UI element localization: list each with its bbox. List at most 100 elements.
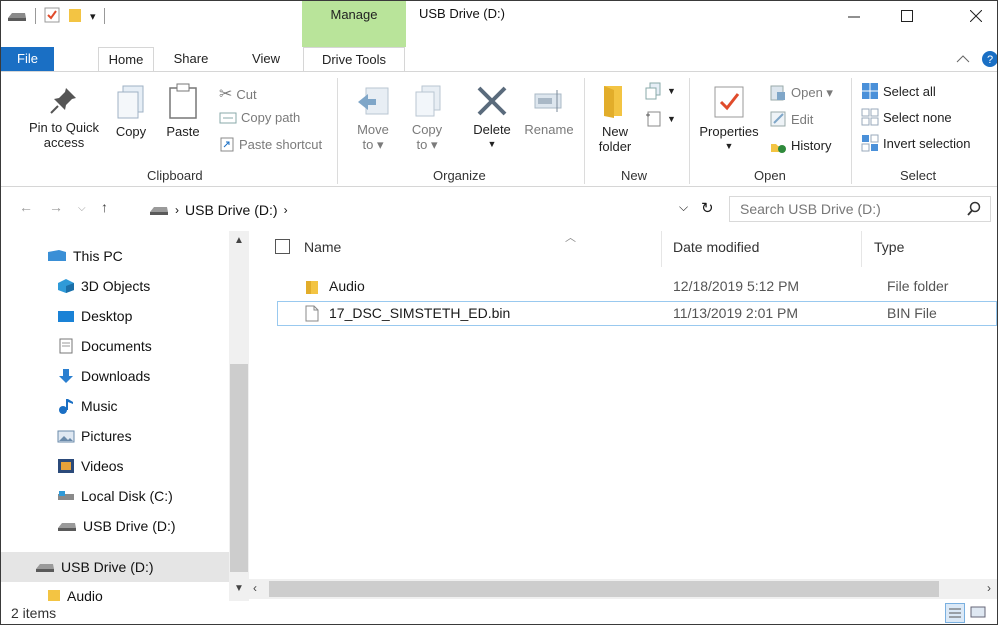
- select-none-label: Select none: [883, 109, 952, 125]
- nav-item-label: USB Drive (D:): [61, 559, 154, 575]
- column-header-type[interactable]: Type: [874, 239, 904, 255]
- nav-item-videos[interactable]: Videos: [1, 451, 229, 481]
- maximize-button[interactable]: [884, 1, 930, 31]
- delete-dropdown-chevron-icon[interactable]: ▼: [468, 137, 516, 152]
- new-folder-qat-icon[interactable]: [68, 7, 82, 26]
- cut-button[interactable]: ✂ Cut: [219, 84, 257, 104]
- move-to-button[interactable]: Move to ▾: [351, 84, 395, 152]
- properties-button[interactable]: Properties ▼: [695, 84, 763, 154]
- content-scroll-thumb[interactable]: [269, 581, 939, 597]
- recent-locations-button[interactable]: ⌵: [78, 203, 86, 214]
- new-item-button[interactable]: ▼: [645, 82, 676, 100]
- details-view-icon: [949, 608, 961, 618]
- manage-label[interactable]: Manage: [302, 7, 406, 22]
- nav-item-this-pc[interactable]: This PC: [1, 241, 229, 271]
- search-box[interactable]: Search USB Drive (D:): [729, 196, 991, 222]
- history-label: History: [791, 137, 832, 153]
- open-icon: [770, 85, 785, 101]
- videos-icon: [58, 459, 74, 473]
- forward-button[interactable]: →: [49, 199, 63, 215]
- nav-item-label: Audio: [67, 588, 103, 601]
- refresh-icon: ↻: [701, 200, 714, 217]
- pin-to-quick-access-button[interactable]: Pin to Quick access: [21, 84, 107, 150]
- scroll-right-icon[interactable]: ›: [987, 581, 991, 595]
- nav-item-usb-drive[interactable]: USB Drive (D:): [1, 511, 229, 541]
- easy-access-button[interactable]: ▼: [645, 110, 676, 128]
- nav-item-audio[interactable]: Audio: [1, 581, 229, 601]
- pictures-icon: [57, 430, 75, 443]
- paste-button[interactable]: Paste: [161, 82, 205, 139]
- address-bar[interactable]: › USB Drive (D:) ›: [149, 198, 719, 221]
- qat-customize-chevron-icon[interactable]: ▾: [90, 10, 96, 23]
- column-header-date[interactable]: Date modified: [673, 239, 759, 255]
- nav-item-desktop[interactable]: Desktop: [1, 301, 229, 331]
- edit-button[interactable]: Edit: [769, 110, 813, 128]
- history-button[interactable]: History: [769, 136, 831, 154]
- column-header-name[interactable]: Name: [304, 239, 341, 255]
- new-folder-button[interactable]: New folder: [593, 82, 637, 154]
- file-row-bin[interactable]: 17_DSC_SIMSTETH_ED.bin 11/13/2019 2:01 P…: [277, 301, 997, 326]
- tab-drive-tools[interactable]: Drive Tools: [303, 47, 405, 72]
- easy-access-icon: [646, 111, 661, 127]
- copy-to-label-1: Copy: [411, 122, 443, 137]
- nav-item-documents[interactable]: Documents: [1, 331, 229, 361]
- up-button[interactable]: ↑: [101, 199, 108, 215]
- nav-vertical-scrollbar[interactable]: ▲ ▼: [229, 231, 249, 601]
- properties-icon: [714, 86, 744, 118]
- drive-icon[interactable]: [7, 8, 27, 25]
- nav-scroll-thumb[interactable]: [230, 364, 248, 572]
- content-horizontal-scrollbar[interactable]: ‹ ›: [249, 579, 997, 599]
- nav-item-3d-objects[interactable]: 3D Objects: [1, 271, 229, 301]
- tab-file[interactable]: File: [1, 47, 54, 71]
- minimize-button[interactable]: [831, 1, 877, 31]
- refresh-button[interactable]: ↻: [701, 199, 714, 217]
- open-button[interactable]: Open ▾: [769, 84, 833, 102]
- group-divider: [851, 78, 852, 184]
- new-item-chevron-icon: ▼: [667, 86, 676, 96]
- details-view-button[interactable]: [945, 603, 965, 623]
- select-none-icon: [861, 108, 879, 126]
- delete-button[interactable]: Delete ▼: [468, 84, 516, 152]
- back-arrow-icon: ←: [19, 199, 33, 215]
- copy-to-button[interactable]: Copy to ▾: [405, 84, 449, 152]
- help-button[interactable]: ?: [981, 49, 997, 69]
- qat-divider: [103, 8, 105, 24]
- scroll-up-icon[interactable]: ▲: [234, 235, 244, 246]
- large-icons-view-button[interactable]: [969, 603, 989, 623]
- close-button[interactable]: [953, 1, 997, 31]
- properties-chevron-icon[interactable]: ▼: [695, 139, 763, 154]
- nav-item-pictures[interactable]: Pictures: [1, 421, 229, 451]
- invert-selection-button[interactable]: Invert selection: [861, 134, 970, 152]
- pc-icon: [48, 250, 66, 261]
- breadcrumb-location[interactable]: USB Drive (D:): [185, 202, 278, 218]
- tab-share[interactable]: Share: [165, 47, 217, 71]
- select-all-checkbox[interactable]: [275, 239, 290, 254]
- address-dropdown-button[interactable]: ⌵: [679, 199, 688, 215]
- nav-item-music[interactable]: Music: [1, 391, 229, 421]
- collapse-ribbon-button[interactable]: [956, 49, 970, 69]
- nav-item-downloads[interactable]: Downloads: [1, 361, 229, 391]
- tab-home[interactable]: Home: [98, 47, 154, 72]
- navigation-pane: This PC 3D Objects Desktop Documents Dow…: [1, 231, 249, 601]
- new-item-icon: [645, 82, 661, 100]
- close-icon: [970, 10, 982, 22]
- nav-item-local-disk[interactable]: Local Disk (C:): [1, 481, 229, 511]
- paste-shortcut-button[interactable]: Paste shortcut: [219, 136, 322, 152]
- properties-check-icon[interactable]: [44, 7, 60, 26]
- up-arrow-icon: ↑: [101, 199, 108, 215]
- file-row-audio[interactable]: Audio 12/18/2019 5:12 PM File folder: [277, 275, 997, 299]
- back-button[interactable]: ←: [19, 199, 33, 215]
- column-divider[interactable]: [861, 231, 862, 267]
- scroll-down-icon[interactable]: ▼: [234, 583, 244, 594]
- documents-icon: [59, 338, 73, 354]
- folder-icon: [48, 590, 60, 601]
- tab-view[interactable]: View: [241, 47, 291, 71]
- scroll-left-icon[interactable]: ‹: [253, 581, 257, 595]
- copy-path-button[interactable]: Copy path: [219, 110, 300, 125]
- rename-button[interactable]: Rename: [521, 84, 577, 137]
- select-none-button[interactable]: Select none: [861, 108, 952, 126]
- copy-button[interactable]: Copy: [111, 84, 151, 139]
- select-all-button[interactable]: Select all: [861, 82, 936, 100]
- column-divider[interactable]: [661, 231, 662, 267]
- nav-item-usb-drive-root[interactable]: USB Drive (D:): [1, 552, 229, 582]
